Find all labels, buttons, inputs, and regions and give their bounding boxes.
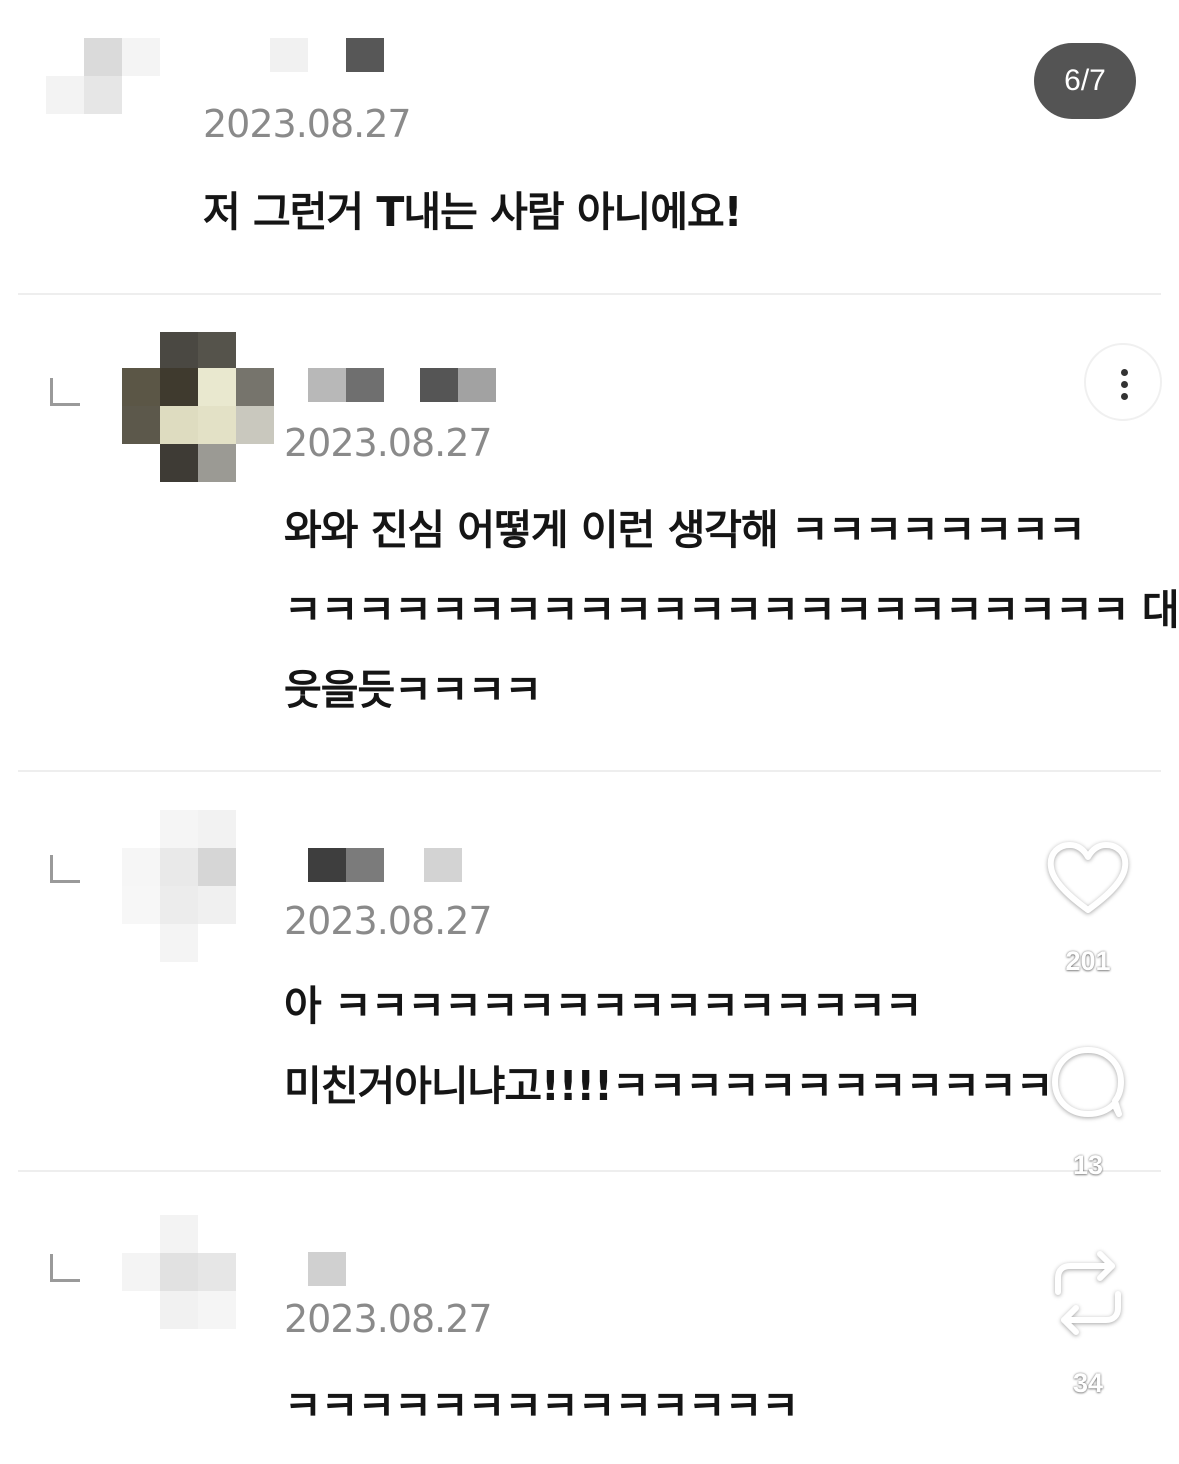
avatar (46, 10, 196, 160)
comment-bubble-icon (1052, 1047, 1124, 1117)
comment-text: 저 그런거 T내는 사람 아니에요! (203, 172, 742, 252)
avatar (122, 332, 274, 482)
reply-indent-icon (50, 855, 80, 883)
like-button[interactable]: 201 (1040, 840, 1136, 977)
comment-date: 2023.08.27 (284, 421, 493, 465)
comment-date: 2023.08.27 (203, 102, 412, 146)
comment-line: 미친거아니냐고!!!!ㅋㅋㅋㅋㅋㅋㅋㅋㅋㅋㅋㅋ (284, 1062, 1053, 1110)
comment-line: 웃을듯ㅋㅋㅋㅋ (284, 666, 542, 714)
comment-count: 13 (1072, 1150, 1104, 1180)
comment-text: 와와 진심 어떻게 이런 생각해 ㅋㅋㅋㅋㅋㅋㅋㅋ ㅋㅋㅋㅋㅋㅋㅋㅋㅋㅋㅋㅋㅋㅋ… (284, 490, 1179, 730)
username-blurred (270, 38, 390, 72)
repost-count: 34 (1072, 1368, 1104, 1398)
divider (18, 293, 1161, 295)
divider (18, 1170, 1161, 1172)
avatar (122, 1215, 272, 1365)
username-blurred (308, 368, 498, 402)
repost-icon (1055, 1251, 1121, 1335)
comment-date: 2023.08.27 (284, 899, 493, 943)
comment-line: 저 그런거 T내는 사람 아니에요! (203, 188, 742, 236)
comment-button[interactable]: 13 (1040, 1044, 1136, 1181)
comment-date: 2023.08.27 (284, 1297, 493, 1341)
page-indicator: 6/7 (1034, 43, 1136, 119)
comment-text: ㅋㅋㅋㅋㅋㅋㅋㅋㅋㅋㅋㅋㅋㅋ (284, 1366, 799, 1446)
like-count: 201 (1065, 946, 1111, 976)
post-image-viewer: 2023.08.27 저 그런거 T내는 사람 아니에요! 2023.08.27… (0, 0, 1179, 1464)
repost-button[interactable]: 34 (1040, 1248, 1136, 1399)
reply-indent-icon (50, 378, 80, 406)
comment-line: 와와 진심 어떻게 이런 생각해 ㅋㅋㅋㅋㅋㅋㅋㅋ (284, 506, 1086, 554)
avatar (122, 810, 272, 962)
more-options-button[interactable] (1084, 343, 1162, 421)
username-blurred (308, 848, 463, 882)
comment-line: ㅋㅋㅋㅋㅋㅋㅋㅋㅋㅋㅋㅋㅋㅋㅋㅋㅋㅋㅋㅋㅋㅋㅋ 대리도 (284, 586, 1179, 634)
comment-text: 아 ㅋㅋㅋㅋㅋㅋㅋㅋㅋㅋㅋㅋㅋㅋㅋㅋ 미친거아니냐고!!!!ㅋㅋㅋㅋㅋㅋㅋㅋㅋㅋ… (284, 966, 1053, 1126)
heart-icon (1047, 842, 1129, 913)
comment-line: ㅋㅋㅋㅋㅋㅋㅋㅋㅋㅋㅋㅋㅋㅋ (284, 1382, 799, 1430)
comment-line: 아 ㅋㅋㅋㅋㅋㅋㅋㅋㅋㅋㅋㅋㅋㅋㅋㅋ (284, 982, 923, 1030)
reply-indent-icon (50, 1254, 80, 1282)
divider (18, 770, 1161, 772)
username-blurred (308, 1252, 388, 1286)
